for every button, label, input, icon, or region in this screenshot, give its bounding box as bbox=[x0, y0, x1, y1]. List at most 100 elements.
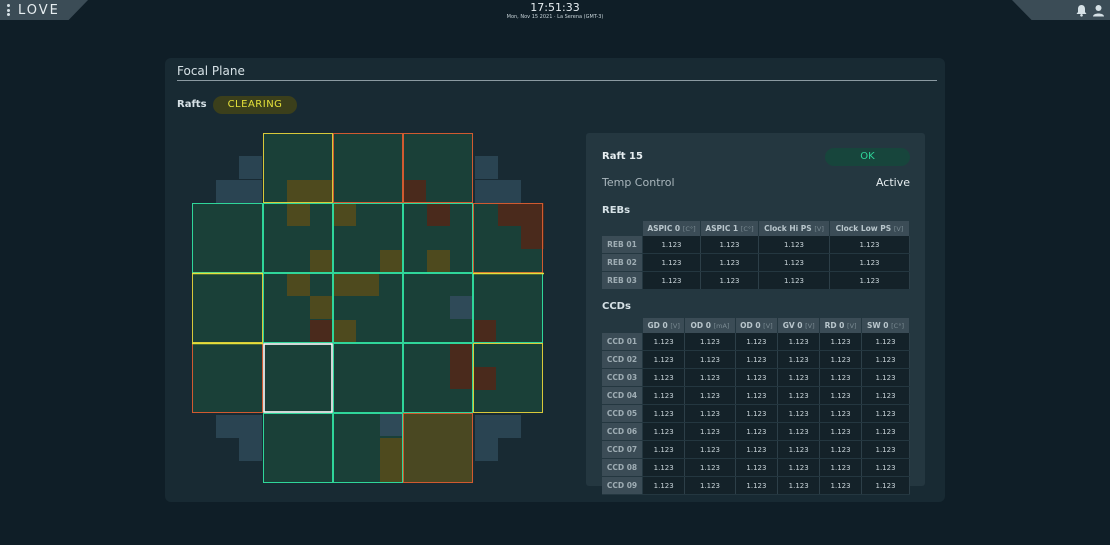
reb-row-label: REB 01 bbox=[602, 236, 643, 254]
corner-ccd bbox=[239, 438, 262, 461]
ccd-cell: 1.123 bbox=[861, 440, 910, 459]
table-row: CCD 04 1.123 1.123 1.123 1.123 1.123 1.123 bbox=[602, 386, 910, 405]
focal-plane-panel: Focal Plane Rafts CLEARING Raft 15 OK Te… bbox=[165, 58, 945, 502]
column-name: OD 0 bbox=[740, 321, 761, 330]
corner-ccd bbox=[475, 415, 498, 438]
ccd-warning bbox=[333, 203, 356, 226]
ccd-cell: 1.123 bbox=[684, 386, 736, 405]
ccd-cell: 1.123 bbox=[735, 404, 779, 423]
temp-control-label: Temp Control bbox=[602, 176, 675, 189]
raft-30[interactable] bbox=[192, 343, 263, 413]
column-unit: [C°] bbox=[740, 225, 754, 233]
ccd-cell: 1.123 bbox=[642, 458, 686, 477]
ccd-cell: 1.123 bbox=[777, 333, 821, 351]
column-name: GD 0 bbox=[647, 321, 668, 330]
bell-icon[interactable] bbox=[1075, 4, 1088, 17]
ccd-cell: 1.123 bbox=[819, 476, 863, 495]
raft-41[interactable] bbox=[263, 413, 333, 483]
ccd-column-header: OD 0 [V] bbox=[735, 318, 779, 333]
ccd-cell: 1.123 bbox=[861, 422, 910, 441]
ccds-title: CCDs bbox=[602, 301, 631, 312]
focal-plane-map[interactable] bbox=[191, 133, 546, 488]
ccd-alarm bbox=[427, 203, 450, 226]
table-row: CCD 02 1.123 1.123 1.123 1.123 1.123 1.123 bbox=[602, 350, 910, 369]
ccd-cell: 1.123 bbox=[861, 476, 910, 495]
reb-cell: 1.123 bbox=[829, 236, 911, 254]
reb-cell: 1.123 bbox=[642, 271, 701, 290]
ccd-cell: 1.123 bbox=[861, 404, 910, 423]
raft-name: Raft 15 bbox=[602, 151, 643, 162]
ccd-cell: 1.123 bbox=[642, 386, 686, 405]
ccd-cell: 1.123 bbox=[861, 350, 910, 369]
ccd-column-header: GD 0 [V] bbox=[642, 318, 686, 333]
ccd-column-header: OD 0 [mA] bbox=[684, 318, 736, 333]
ccd-row-label: CCD 08 bbox=[602, 458, 643, 477]
clock: 17:51:33 Mon, Nov 15 2021 · La Serena (G… bbox=[0, 2, 1110, 21]
raft-02[interactable] bbox=[333, 133, 403, 203]
ccd-cell: 1.123 bbox=[642, 404, 686, 423]
ccd-warning bbox=[380, 250, 403, 273]
ccd-disabled bbox=[450, 296, 473, 319]
rafts-label: Rafts bbox=[177, 99, 207, 110]
ccd-row-label: CCD 07 bbox=[602, 440, 643, 459]
ccd-cell: 1.123 bbox=[861, 386, 910, 405]
corner-ccd bbox=[498, 415, 521, 438]
panel-title: Focal Plane bbox=[177, 64, 245, 78]
ccd-warning bbox=[333, 273, 379, 296]
ccd-alarm bbox=[498, 203, 544, 226]
ccd-cell: 1.123 bbox=[861, 458, 910, 477]
ccd-cell: 1.123 bbox=[819, 440, 863, 459]
clock-time: 17:51:33 bbox=[530, 1, 580, 14]
corner-ccd bbox=[475, 156, 498, 179]
ccd-warning bbox=[287, 180, 333, 203]
ccd-cell: 1.123 bbox=[684, 368, 736, 387]
table-row: CCD 07 1.123 1.123 1.123 1.123 1.123 1.123 bbox=[602, 440, 910, 459]
corner-ccd bbox=[216, 180, 239, 203]
rebs-table: ASPIC 0 [C°] ASPIC 1 [C°] Clock Hi PS [V] C… bbox=[602, 221, 911, 290]
ccd-cell: 1.123 bbox=[684, 422, 736, 441]
column-unit: [V] bbox=[847, 322, 857, 330]
ccd-cell: 1.123 bbox=[642, 333, 686, 351]
table-row: CCD 01 1.123 1.123 1.123 1.123 1.123 1.123 bbox=[602, 333, 910, 351]
ccd-row-label: CCD 04 bbox=[602, 386, 643, 405]
ccd-row-label: CCD 03 bbox=[602, 368, 643, 387]
reb-cell: 1.123 bbox=[758, 236, 830, 254]
raft-10[interactable] bbox=[192, 203, 263, 273]
ccd-column-header: GV 0 [V] bbox=[777, 318, 821, 333]
ccd-cell: 1.123 bbox=[819, 386, 863, 405]
ccd-alarm bbox=[473, 320, 496, 343]
ccd-warning bbox=[287, 273, 310, 296]
user-icon[interactable] bbox=[1092, 4, 1105, 17]
ccd-cell: 1.123 bbox=[642, 350, 686, 369]
column-name: RD 0 bbox=[824, 321, 845, 330]
raft-20[interactable] bbox=[192, 273, 263, 343]
table-corner bbox=[602, 318, 643, 333]
ccd-cell: 1.123 bbox=[684, 404, 736, 423]
table-corner bbox=[602, 221, 643, 236]
ccd-cell: 1.123 bbox=[777, 458, 821, 477]
column-name: GV 0 bbox=[782, 321, 803, 330]
ccd-cell: 1.123 bbox=[819, 350, 863, 369]
ccd-cell: 1.123 bbox=[642, 422, 686, 441]
raft-32[interactable] bbox=[333, 343, 403, 413]
ccd-cell: 1.123 bbox=[777, 368, 821, 387]
ccd-cell: 1.123 bbox=[735, 422, 779, 441]
column-name: ASPIC 1 bbox=[705, 224, 739, 233]
corner-ccd bbox=[239, 156, 262, 179]
ccd-warning bbox=[380, 438, 403, 483]
ccds-table: GD 0 [V] OD 0 [mA] OD 0 [V] GV 0 [V] RD 0 [V… bbox=[602, 318, 910, 495]
reb-cell: 1.123 bbox=[758, 271, 830, 290]
corner-ccd bbox=[239, 180, 262, 203]
raft-31[interactable] bbox=[263, 343, 333, 413]
ccd-cell: 1.123 bbox=[735, 386, 779, 405]
reb-cell: 1.123 bbox=[642, 253, 701, 272]
ccd-cell: 1.123 bbox=[735, 368, 779, 387]
ccd-cell: 1.123 bbox=[684, 350, 736, 369]
corner-ccd bbox=[239, 415, 262, 438]
reb-row-label: REB 03 bbox=[602, 271, 643, 290]
ccd-warning bbox=[333, 320, 356, 343]
column-name: SW 0 bbox=[867, 321, 889, 330]
temp-control-value: Active bbox=[875, 176, 910, 189]
reb-cell: 1.123 bbox=[829, 271, 911, 290]
reb-column-header: Clock Low PS [V] bbox=[829, 221, 911, 236]
